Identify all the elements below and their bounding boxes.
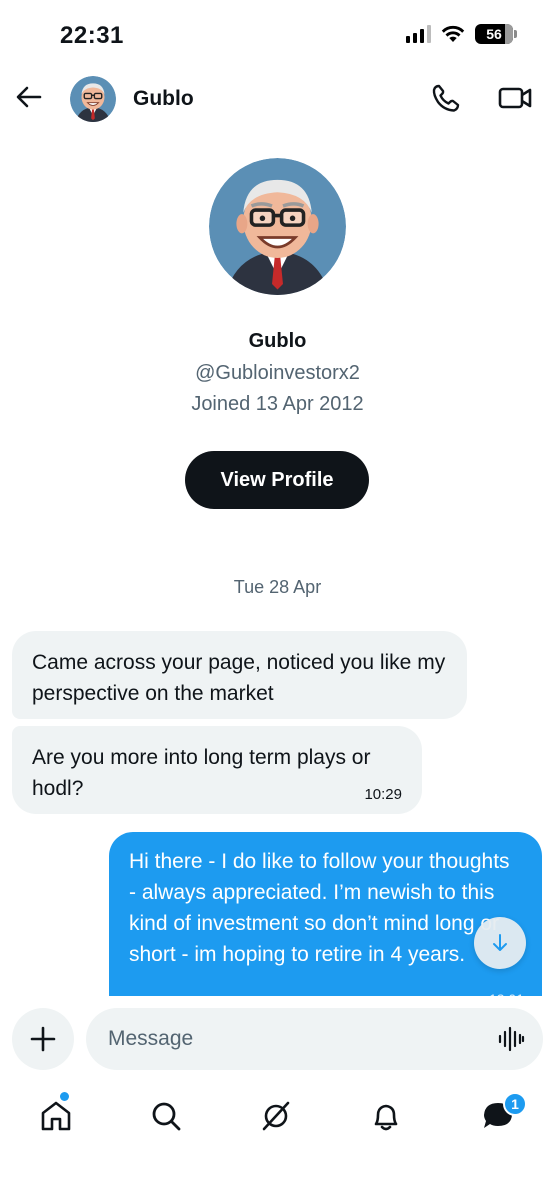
message-bubble-incoming[interactable]: Are you more into long term plays or hod… xyxy=(12,726,422,814)
nav-notifications[interactable] xyxy=(368,1098,404,1134)
battery-level: 56 xyxy=(486,26,502,42)
plus-icon xyxy=(30,1026,56,1052)
message-text: Hi there - I do like to follow your thou… xyxy=(129,850,510,966)
bottom-navigation: 1 xyxy=(0,1088,555,1148)
home-notification-dot xyxy=(60,1092,69,1101)
conversation-header: Gublo xyxy=(0,70,555,128)
message-timestamp: 10:29 xyxy=(364,786,402,803)
avatar-illustration xyxy=(70,76,116,122)
phone-icon xyxy=(432,84,460,112)
nav-grok[interactable] xyxy=(258,1098,294,1134)
nav-search[interactable] xyxy=(148,1098,184,1134)
search-icon xyxy=(152,1102,181,1131)
header-avatar[interactable] xyxy=(70,76,116,122)
profile-joined-date: Joined 13 Apr 2012 xyxy=(191,393,364,415)
call-button[interactable] xyxy=(430,82,462,114)
messages-badge: 1 xyxy=(503,1092,527,1116)
arrow-down-icon xyxy=(493,934,507,951)
message-bubble-incoming[interactable]: Came across your page, noticed you like … xyxy=(12,631,467,719)
nav-home[interactable] xyxy=(38,1098,74,1134)
status-icons: 56 xyxy=(406,24,517,44)
profile-avatar[interactable] xyxy=(209,158,346,295)
add-attachment-button[interactable] xyxy=(12,1008,74,1070)
avatar-illustration xyxy=(209,158,346,295)
message-input[interactable] xyxy=(108,1008,478,1070)
view-profile-button[interactable]: View Profile xyxy=(185,451,369,509)
message-text: Are you more into long term plays or hod… xyxy=(32,746,371,800)
home-icon xyxy=(41,1101,71,1131)
arrow-left-icon xyxy=(16,86,42,108)
audio-waveform-icon[interactable] xyxy=(497,1025,525,1053)
message-bubble-outgoing[interactable]: Hi there - I do like to follow your thou… xyxy=(109,832,542,1022)
bell-icon xyxy=(374,1104,398,1131)
header-contact-name[interactable]: Gublo xyxy=(133,87,194,111)
back-button[interactable] xyxy=(14,82,44,112)
profile-handle: @Gubloinvestorx2 xyxy=(195,362,360,384)
date-separator: Tue 28 Apr xyxy=(233,577,322,597)
wifi-icon xyxy=(441,25,465,42)
scroll-to-bottom-button[interactable] xyxy=(474,917,526,969)
video-camera-icon xyxy=(498,87,532,109)
status-time: 22:31 xyxy=(60,22,124,49)
profile-name: Gublo xyxy=(248,330,307,352)
status-bar: 22:31 56 xyxy=(0,0,555,70)
battery-icon: 56 xyxy=(475,24,517,44)
message-composer xyxy=(0,996,555,1082)
video-call-button[interactable] xyxy=(497,82,533,114)
message-text: Came across your page, noticed you like … xyxy=(32,651,446,705)
message-field[interactable] xyxy=(86,1008,543,1070)
grok-icon xyxy=(262,1101,290,1131)
cellular-signal-icon xyxy=(406,25,431,43)
